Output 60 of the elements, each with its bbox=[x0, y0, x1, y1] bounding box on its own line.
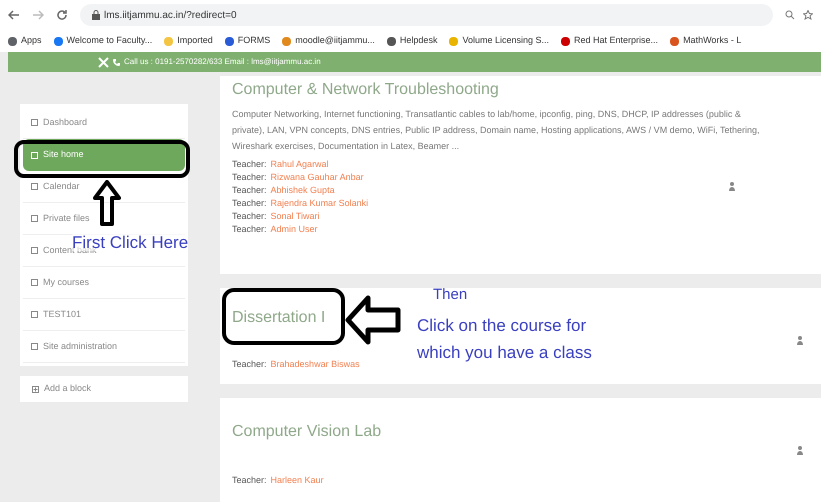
annotation-text: Then bbox=[433, 285, 468, 305]
reload-icon[interactable] bbox=[56, 9, 68, 21]
teacher-link[interactable]: Rajendra Kumar Solanki bbox=[270, 197, 368, 210]
bookmark[interactable]: Volume Licensing S... bbox=[449, 34, 550, 48]
annotation-text: Click on the course for bbox=[417, 315, 586, 337]
teacher-link[interactable]: Sonal Tiwari bbox=[270, 210, 320, 223]
course-title[interactable]: Computer Vision Lab bbox=[232, 420, 382, 444]
bookmark[interactable]: Red Hat Enterprise... bbox=[561, 34, 658, 48]
bookmark[interactable]: moodle@iitjammu... bbox=[282, 34, 375, 48]
person-icon bbox=[729, 182, 735, 191]
close-icon[interactable] bbox=[98, 56, 109, 68]
teacher-link[interactable]: Harleen Kaur bbox=[270, 474, 324, 487]
menu-item-icon bbox=[31, 343, 38, 350]
plus-square-icon bbox=[32, 386, 39, 392]
menu-item-icon bbox=[31, 152, 38, 158]
teacher-label: Teacher: bbox=[232, 171, 267, 184]
teacher-label: Teacher: bbox=[232, 197, 267, 210]
sidebar-item[interactable]: Site administration bbox=[23, 331, 185, 363]
teacher-label: Teacher: bbox=[232, 474, 267, 487]
teacher-label: Teacher: bbox=[232, 358, 267, 371]
menu-item-icon bbox=[31, 183, 38, 190]
menu-item-icon bbox=[31, 215, 38, 222]
bookmark[interactable]: Welcome to Faculty... bbox=[54, 34, 152, 48]
menu-item-icon bbox=[31, 119, 38, 126]
bookmark[interactable]: FORMS bbox=[224, 34, 270, 48]
zoom-icon[interactable] bbox=[785, 10, 795, 20]
teacher-link[interactable]: Admin User bbox=[270, 223, 318, 236]
teacher-link[interactable]: Rizwana Gauhar Anbar bbox=[270, 171, 364, 184]
contact-info: Call us : 0191-2570282/633 Email : lms@iitjammu.ac.in bbox=[124, 56, 321, 68]
back-icon[interactable] bbox=[8, 10, 20, 20]
teacher-label: Teacher: bbox=[232, 210, 267, 223]
course-summary: Computer Networking, Internet functioning, Transatlantic cables to lab/home, ipconfig, ping, DNS, DHCP, IP addresses (public & private), LAN, VPN concepts, DNS entries, Public IP address, Domain name, Hosting applications, AWS / VM demo, WiFi, Tethering, Wireshark exercises, Documentation in Latex, Beamer ... bbox=[232, 108, 761, 153]
menu-item-icon bbox=[31, 311, 38, 318]
annotation-text: which you have a class bbox=[417, 342, 592, 364]
person-icon bbox=[797, 336, 803, 345]
star-icon[interactable] bbox=[803, 10, 813, 20]
bookmark[interactable]: MathWorks - L bbox=[670, 34, 742, 48]
teacher-link[interactable]: Abhishek Gupta bbox=[270, 184, 335, 197]
menu-item-icon bbox=[31, 247, 38, 254]
course-title[interactable]: Computer & Network Troubleshooting bbox=[232, 78, 499, 102]
left-arrow-icon bbox=[345, 294, 401, 346]
teacher-link[interactable]: Rahul Agarwal bbox=[270, 158, 329, 171]
add-block-button[interactable]: Add a block bbox=[20, 376, 188, 402]
menu-item-icon bbox=[31, 279, 38, 286]
up-arrow-icon bbox=[93, 180, 121, 226]
course-title[interactable]: Dissertation I bbox=[232, 306, 326, 330]
sidebar-item[interactable]: My courses bbox=[23, 267, 185, 299]
person-icon bbox=[797, 446, 803, 455]
bookmark[interactable]: Apps bbox=[8, 34, 42, 48]
teacher-link[interactable]: Brahadeshwar Biswas bbox=[270, 358, 360, 371]
teacher-label: Teacher: bbox=[232, 158, 267, 171]
bookmark[interactable]: Helpdesk bbox=[386, 34, 438, 48]
teacher-label: Teacher: bbox=[232, 184, 267, 197]
address-bar[interactable]: lms.iitjammu.ac.in/?redirect=0 bbox=[80, 4, 773, 26]
sidebar-item[interactable]: Calendar bbox=[23, 171, 185, 203]
sidebar-item[interactable]: TEST101 bbox=[23, 299, 185, 331]
teacher-label: Teacher: bbox=[232, 223, 267, 236]
sidebar-item[interactable]: Private files bbox=[23, 203, 185, 235]
bookmark[interactable]: Imported bbox=[164, 34, 213, 48]
phone-icon bbox=[113, 58, 120, 66]
